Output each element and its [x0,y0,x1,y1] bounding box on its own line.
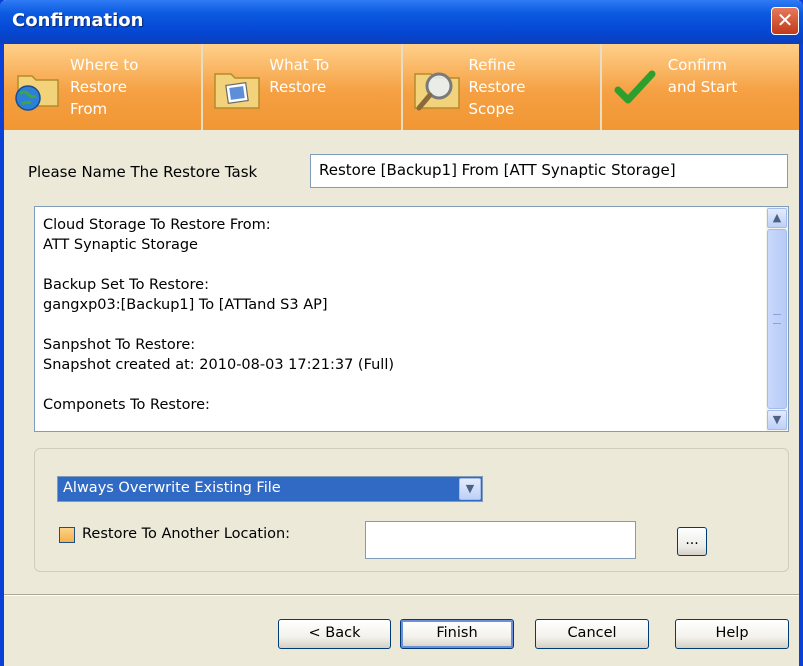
step-label: Refine Restore Scope [469,54,526,120]
step-confirm-and-start[interactable]: Confirm and Start [601,44,799,130]
step-where-to-restore-from[interactable]: Where to Restore From [4,44,204,130]
select-value: Always Overwrite Existing File [63,480,281,496]
step-label-line: Where to [70,56,139,74]
summary-value: ATT Synaptic Storage [43,237,198,253]
restore-summary-box[interactable]: Cloud Storage To Restore From: ATT Synap… [34,206,789,432]
task-name-input[interactable]: Restore [Backup1] From [ATT Synaptic Sto… [310,154,788,188]
summary-heading: Componets To Restore: [43,397,210,413]
window-title: Confirmation [12,10,144,31]
step-label: What To Restore [269,54,329,98]
folder-globe-icon [15,75,59,111]
chevron-down-icon: ▼ [772,413,782,426]
step-what-to-restore[interactable]: What To Restore [203,44,403,130]
back-button[interactable]: < Back [278,619,391,649]
restore-location-input[interactable] [365,521,636,559]
vertical-scrollbar[interactable]: ▲ ▼ [766,207,788,431]
scroll-down-button[interactable]: ▼ [767,410,787,430]
folder-image-icon [214,73,260,109]
step-label-line: Restore [468,78,526,96]
restore-location-label: Restore To Another Location: [82,526,291,542]
summary-text: Cloud Storage To Restore From: ATT Synap… [43,215,763,415]
summary-value: Snapshot created at: 2010-08-03 17:21:37… [43,357,395,373]
step-label-line: What To [269,56,330,74]
summary-heading: Backup Set To Restore: [43,277,209,293]
step-label-line: Confirm [667,56,727,74]
title-bar[interactable]: Confirmation ✕ [0,0,803,44]
scroll-thumb[interactable] [767,229,787,409]
wizard-steps-bar: Where to Restore From What To Restore Re… [4,44,799,130]
chevron-down-icon: ▼ [465,482,475,495]
help-button[interactable]: Help [675,619,789,649]
step-label: Confirm and Start [668,54,738,98]
summary-heading: Cloud Storage To Restore From: [43,217,271,233]
step-refine-restore-scope[interactable]: Refine Restore Scope [402,44,602,130]
close-button[interactable]: ✕ [771,7,799,35]
chevron-up-icon: ▲ [772,211,782,224]
step-label-line: Scope [468,100,515,118]
step-label-line: From [70,100,108,118]
summary-heading: Sanpshot To Restore: [43,337,196,353]
grip-icon [773,314,781,324]
magnifier-icon [413,72,460,111]
close-icon: ✕ [776,8,794,32]
step-label-line: Restore [269,78,327,96]
browse-button[interactable]: ... [677,527,707,556]
restore-to-another-location-checkbox[interactable] [59,527,75,543]
finish-button[interactable]: Finish [400,619,514,649]
divider [4,594,799,596]
overwrite-mode-select[interactable]: Always Overwrite Existing File ▼ [57,476,483,502]
dropdown-button[interactable]: ▼ [459,478,481,500]
step-label-line: and Start [667,78,738,96]
step-label-line: Refine [468,56,516,74]
summary-value: gangxp03:[Backup1] To [ATTand S3 AP] [43,297,328,313]
cancel-button[interactable]: Cancel [535,619,649,649]
step-label-line: Restore [70,78,127,96]
scroll-up-button[interactable]: ▲ [767,208,787,228]
step-label: Where to Restore From [70,54,138,120]
checkmark-icon [614,70,656,104]
task-name-label: Please Name The Restore Task [28,163,258,181]
